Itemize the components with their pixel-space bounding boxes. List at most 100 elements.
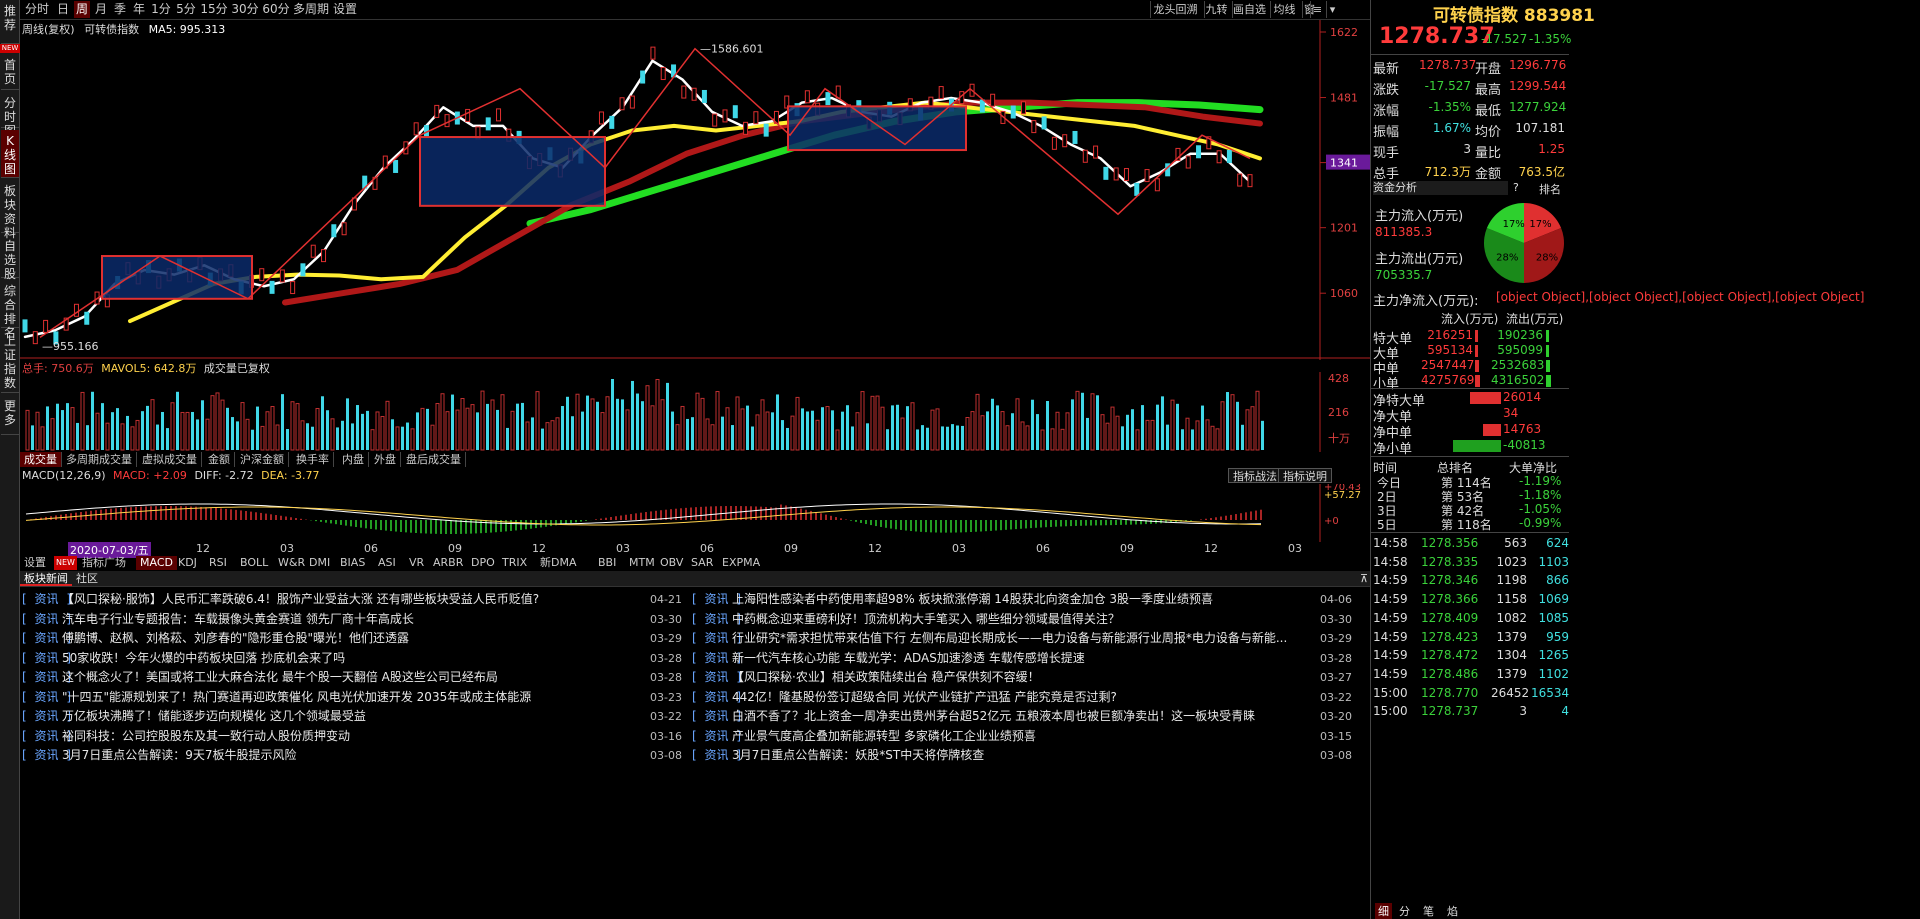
news-row[interactable]: [ 资讯 ] "十四五"能源规划来了！热门赛道再迎政策催化 风电光伏加速开发 20… [22, 688, 682, 708]
bottom-tab-2[interactable]: 笔 [1423, 903, 1434, 919]
news-row[interactable]: [ 资讯 ] 产业景气度高企叠加新能源转型 多家磷化工企业业绩预喜 03-15 [692, 727, 1352, 747]
news-tab-1[interactable]: 社区 [72, 571, 102, 586]
bottom-tab-0[interactable]: 细 [1375, 903, 1392, 919]
indicator-tab-9[interactable]: BIAS [336, 556, 369, 570]
indicator-tab-15[interactable]: 新DMA [536, 556, 581, 570]
nav-item-7[interactable]: 上证指数 [1, 330, 19, 393]
news-row[interactable]: [ 资讯 ] 傅鹏博、赵枫、刘格菘、刘彦春的"隐形重仓股"曝光！他们还透露 03-2… [22, 629, 682, 649]
news-title[interactable]: 这个概念火了！美国或将工业大麻合法化 最牛个股一天翻倍 A股这些公司已经布局 [62, 668, 622, 687]
indicator-tab-11[interactable]: VR [405, 556, 428, 570]
period-tab-4[interactable]: 季 [112, 1, 128, 18]
news-title[interactable]: 3月7日重点公告解读：9天7板牛股提示风险 [62, 746, 622, 765]
help-icon[interactable]: ? [1513, 181, 1519, 194]
vol-tab-2[interactable]: 虚拟成交量 [138, 452, 202, 467]
news-row[interactable]: [ 资讯 ] 上海阳性感染者中药使用率超98% 板块掀涨停潮 14股获北向资金加仓… [692, 590, 1352, 610]
dropdown-icon[interactable]: ▾ [1326, 1, 1338, 18]
period-tab-1[interactable]: 日 [55, 1, 71, 18]
news-row[interactable]: [ 资讯 ] 汽车电子行业专题报告：车载摄像头黄金赛道 领先厂商十年高成长 03-3… [22, 610, 682, 630]
period-tab-8[interactable]: 15分 [200, 1, 228, 18]
nav-item-0[interactable]: 推荐 [1, 0, 19, 44]
macd-chart[interactable]: +70.43+57.27+0 [20, 484, 1400, 542]
nav-item-4[interactable]: 板块资料 [1, 180, 19, 240]
toolbar-btn-1[interactable]: 九转 [1204, 1, 1228, 18]
period-tab-7[interactable]: 5分 [175, 1, 197, 18]
news-title[interactable]: "十四五"能源规划来了！热门赛道再迎政策催化 风电光伏加速开发 2035年或成主… [62, 688, 622, 707]
menu-icon[interactable]: ≡ [1310, 1, 1324, 18]
main-price-chart[interactable]: 162214811341120110601341—1586.601—955.16… [20, 20, 1400, 360]
news-row[interactable]: [ 资讯 ] 白酒不香了？北上资金一周净卖出贵州茅台超52亿元 五粮液本周也被巨额… [692, 707, 1352, 727]
period-tab-6[interactable]: 1分 [150, 1, 172, 18]
indicator-tab-5[interactable]: RSI [205, 556, 231, 570]
indicator-tab-16[interactable]: BBI [594, 556, 620, 570]
vol-tab-0[interactable]: 成交量 [20, 452, 62, 467]
news-title[interactable]: 行业研究*需求担忧带来估值下行 左侧布局迎长期成长——电力设备与新能源行业周报*… [732, 629, 1292, 648]
indicator-tab-6[interactable]: BOLL [236, 556, 272, 570]
indicator-tab-14[interactable]: TRIX [498, 556, 531, 570]
toolbar-btn-2[interactable]: 画自选 [1232, 1, 1266, 18]
news-title[interactable]: 产业景气度高企叠加新能源转型 多家磷化工企业业绩预喜 [732, 727, 1292, 746]
toolbar-btn-3[interactable]: 均线 [1270, 1, 1298, 18]
toolbar-btn-0[interactable]: 龙头回溯 [1150, 1, 1200, 18]
news-title[interactable]: 442亿！隆基股份签订超级合同 光伏产业链扩产迅猛 产能究竟是否过剩? [732, 688, 1292, 707]
news-title[interactable]: 3月7日重点公告解读：妖股*ST中天将停牌核查 [732, 746, 1292, 765]
news-row[interactable]: [ 资讯 ] 【风口探秘·农业】相关政策陆续出台 稳产保供刻不容缓！ 03-27 [692, 668, 1352, 688]
news-title[interactable]: 上海阳性感染者中药使用率超98% 板块掀涨停潮 14股获北向资金加仓 3股一季度… [732, 590, 1292, 609]
indicator-tab-18[interactable]: OBV [656, 556, 687, 570]
vol-tab-1[interactable]: 多周期成交量 [62, 452, 137, 467]
period-tab-2[interactable]: 周 [74, 1, 90, 18]
news-row[interactable]: [ 资讯 ] 50家收跌！今年火爆的中药板块回落 抄底机会来了吗 03-28 [22, 649, 682, 669]
indicator-tab-7[interactable]: W&R [274, 556, 309, 570]
news-row[interactable]: [ 资讯 ] 3月7日重点公告解读：9天7板牛股提示风险 03-08 [22, 746, 682, 766]
nav-item-6[interactable]: 综合排名 [1, 280, 19, 340]
indicator-strategy-button[interactable]: 指标战法 [1228, 468, 1282, 483]
bottom-tab-1[interactable]: 分 [1399, 903, 1410, 919]
news-title[interactable]: 新一代汽车核心功能 车载光学：ADAS加速渗透 车载传感增长提速 [732, 649, 1292, 668]
news-title[interactable]: 【风口探秘·农业】相关政策陆续出台 稳产保供刻不容缓！ [732, 668, 1292, 687]
news-row[interactable]: [ 资讯 ] 这个概念火了！美国或将工业大麻合法化 最牛个股一天翻倍 A股这些公司… [22, 668, 682, 688]
news-title[interactable]: 中药概念迎来重磅利好！顶流机构大手笔买入 哪些细分领域最值得关注？ [732, 610, 1292, 629]
vol-tab-3[interactable]: 金额 [204, 452, 235, 467]
news-title[interactable]: 50家收跌！今年火爆的中药板块回落 抄底机会来了吗 [62, 649, 622, 668]
period-tab-12[interactable]: 设置 [332, 1, 358, 18]
news-title[interactable]: 白酒不香了？北上资金一周净卖出贵州茅台超52亿元 五粮液本周也被巨额净卖出！这一… [732, 707, 1292, 726]
vol-tab-6[interactable]: 内盘 [338, 452, 369, 467]
indicator-tab-12[interactable]: ARBR [429, 556, 467, 570]
volume-chart[interactable]: 428 216 十万 [20, 372, 1400, 452]
news-row[interactable]: [ 资讯 ] 中药概念迎来重磅利好！顶流机构大手笔买入 哪些细分领域最值得关注？ 0… [692, 610, 1352, 630]
nav-item-8[interactable]: 更多 [1, 395, 19, 435]
period-tab-5[interactable]: 年 [131, 1, 147, 18]
news-row[interactable]: [ 资讯 ] 裕同科技：公司控股股东及其一致行动人股份质押变动 03-16 [22, 727, 682, 747]
nav-item-3[interactable]: K线图 [1, 130, 19, 178]
period-tab-0[interactable]: 分时 [22, 1, 52, 18]
news-row[interactable]: [ 资讯 ] 新一代汽车核心功能 车载光学：ADAS加速渗透 车载传感增长提速 03… [692, 649, 1352, 669]
news-title[interactable]: 【风口探秘·服饰】人民币汇率跌破6.4！服饰产业受益大涨 还有哪些板块受益人民币… [62, 590, 622, 609]
indicator-tab-0[interactable]: 设置 [20, 556, 50, 570]
news-row[interactable]: [ 资讯 ] 万亿板块沸腾了！储能逐步迈向规模化 这几个领域最受益 03-22 [22, 707, 682, 727]
vol-tab-7[interactable]: 外盘 [370, 452, 401, 467]
period-tab-10[interactable]: 60分 [262, 1, 290, 18]
nav-item-1[interactable]: 首页 [1, 54, 19, 90]
news-title[interactable]: 汽车电子行业专题报告：车载摄像头黄金赛道 领先厂商十年高成长 [62, 610, 622, 629]
indicator-tab-8[interactable]: DMI [305, 556, 334, 570]
news-row[interactable]: [ 资讯 ] 行业研究*需求担忧带来估值下行 左侧布局迎长期成长——电力设备与新能… [692, 629, 1352, 649]
indicator-tab-4[interactable]: KDJ [174, 556, 201, 570]
period-tab-3[interactable]: 月 [93, 1, 109, 18]
indicator-help-button[interactable]: 指标说明 [1278, 468, 1332, 483]
indicator-tab-13[interactable]: DPO [467, 556, 499, 570]
news-row[interactable]: [ 资讯 ] 【风口探秘·服饰】人民币汇率跌破6.4！服饰产业受益大涨 还有哪些板… [22, 590, 682, 610]
vol-tab-8[interactable]: 盘后成交量 [402, 452, 466, 467]
rank-tab[interactable]: 排名 [1539, 181, 1561, 197]
indicator-tab-19[interactable]: SAR [687, 556, 717, 570]
nav-item-5[interactable]: 自选股 [1, 235, 19, 281]
news-title[interactable]: 万亿板块沸腾了！储能逐步迈向规模化 这几个领域最受益 [62, 707, 622, 726]
news-row[interactable]: [ 资讯 ] 3月7日重点公告解读：妖股*ST中天将停牌核查 03-08 [692, 746, 1352, 766]
period-tab-11[interactable]: 多周期 [293, 1, 329, 18]
news-tab-0[interactable]: 板块新闻 [20, 571, 72, 586]
nav-item-2[interactable]: 分时图 [1, 92, 19, 138]
bottom-tab-3[interactable]: 焰 [1447, 903, 1458, 919]
news-title[interactable]: 傅鹏博、赵枫、刘格菘、刘彦春的"隐形重仓股"曝光！他们还透露 [62, 629, 622, 648]
indicator-tab-2[interactable]: 指标广场 [78, 556, 130, 570]
indicator-tab-1[interactable]: NEW [54, 556, 77, 570]
vol-tab-4[interactable]: 沪深金额 [236, 452, 289, 467]
indicator-tab-17[interactable]: MTM [625, 556, 659, 570]
